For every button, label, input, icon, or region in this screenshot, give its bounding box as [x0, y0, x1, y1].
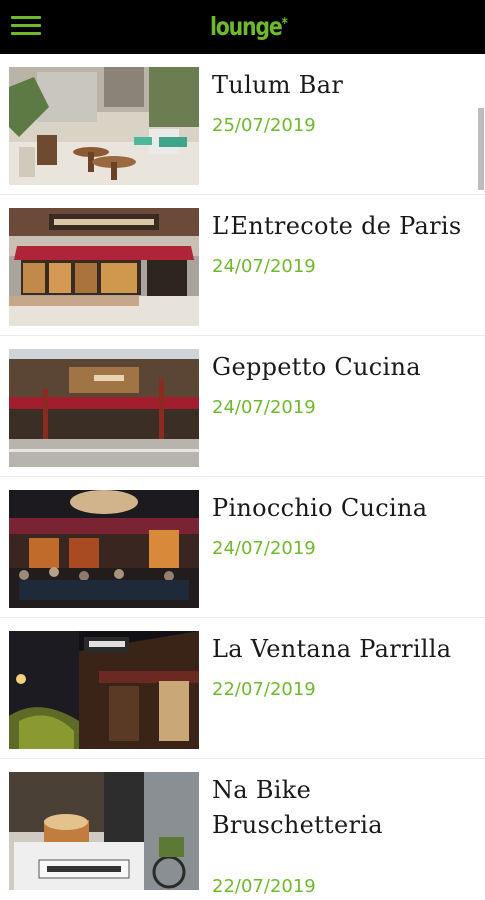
hamburger-menu-icon[interactable] [11, 13, 43, 39]
restaurant-list: Tulum Bar 25/07/2019 L’Entrecote de Pari… [0, 54, 485, 900]
list-item[interactable]: L’Entrecote de Paris 24/07/2019 [0, 195, 485, 336]
restaurant-title: L’Entrecote de Paris [212, 212, 462, 240]
tulum-bar-photo [9, 67, 199, 185]
post-date: 24/07/2019 [212, 397, 316, 418]
pinocchio-cucina-photo [9, 490, 199, 608]
restaurant-title: Na Bike Bruschetteria [212, 776, 383, 839]
list-item[interactable]: Na Bike Bruschetteria 22/07/2019 [0, 759, 485, 900]
list-item[interactable]: La Ventana Parrilla 22/07/2019 [0, 618, 485, 759]
restaurant-title: Tulum Bar [212, 71, 344, 99]
la-ventana-parrilla-photo [9, 631, 199, 749]
post-date: 22/07/2019 [212, 679, 316, 700]
restaurant-title: La Ventana Parrilla [212, 635, 452, 663]
logo-mark: * [281, 14, 288, 32]
list-item[interactable]: Pinocchio Cucina 24/07/2019 [0, 477, 485, 618]
post-date: 22/07/2019 [212, 876, 316, 897]
app-logo[interactable]: lounge* [210, 12, 288, 44]
restaurant-title: Geppetto Cucina [212, 353, 421, 381]
restaurant-title: Pinocchio Cucina [212, 494, 428, 522]
list-item[interactable]: Geppetto Cucina 24/07/2019 [0, 336, 485, 477]
na-bike-bruschetteria-photo [9, 772, 199, 890]
entrecote-de-paris-photo [9, 208, 199, 326]
list-item[interactable]: Tulum Bar 25/07/2019 [0, 54, 485, 195]
scrollbar-thumb[interactable] [478, 108, 484, 190]
geppetto-cucina-photo [9, 349, 199, 467]
post-date: 24/07/2019 [212, 538, 316, 559]
logo-text: lounge [210, 12, 283, 41]
top-app-bar: lounge* [0, 0, 485, 54]
post-date: 24/07/2019 [212, 256, 316, 277]
post-date: 25/07/2019 [212, 115, 316, 136]
